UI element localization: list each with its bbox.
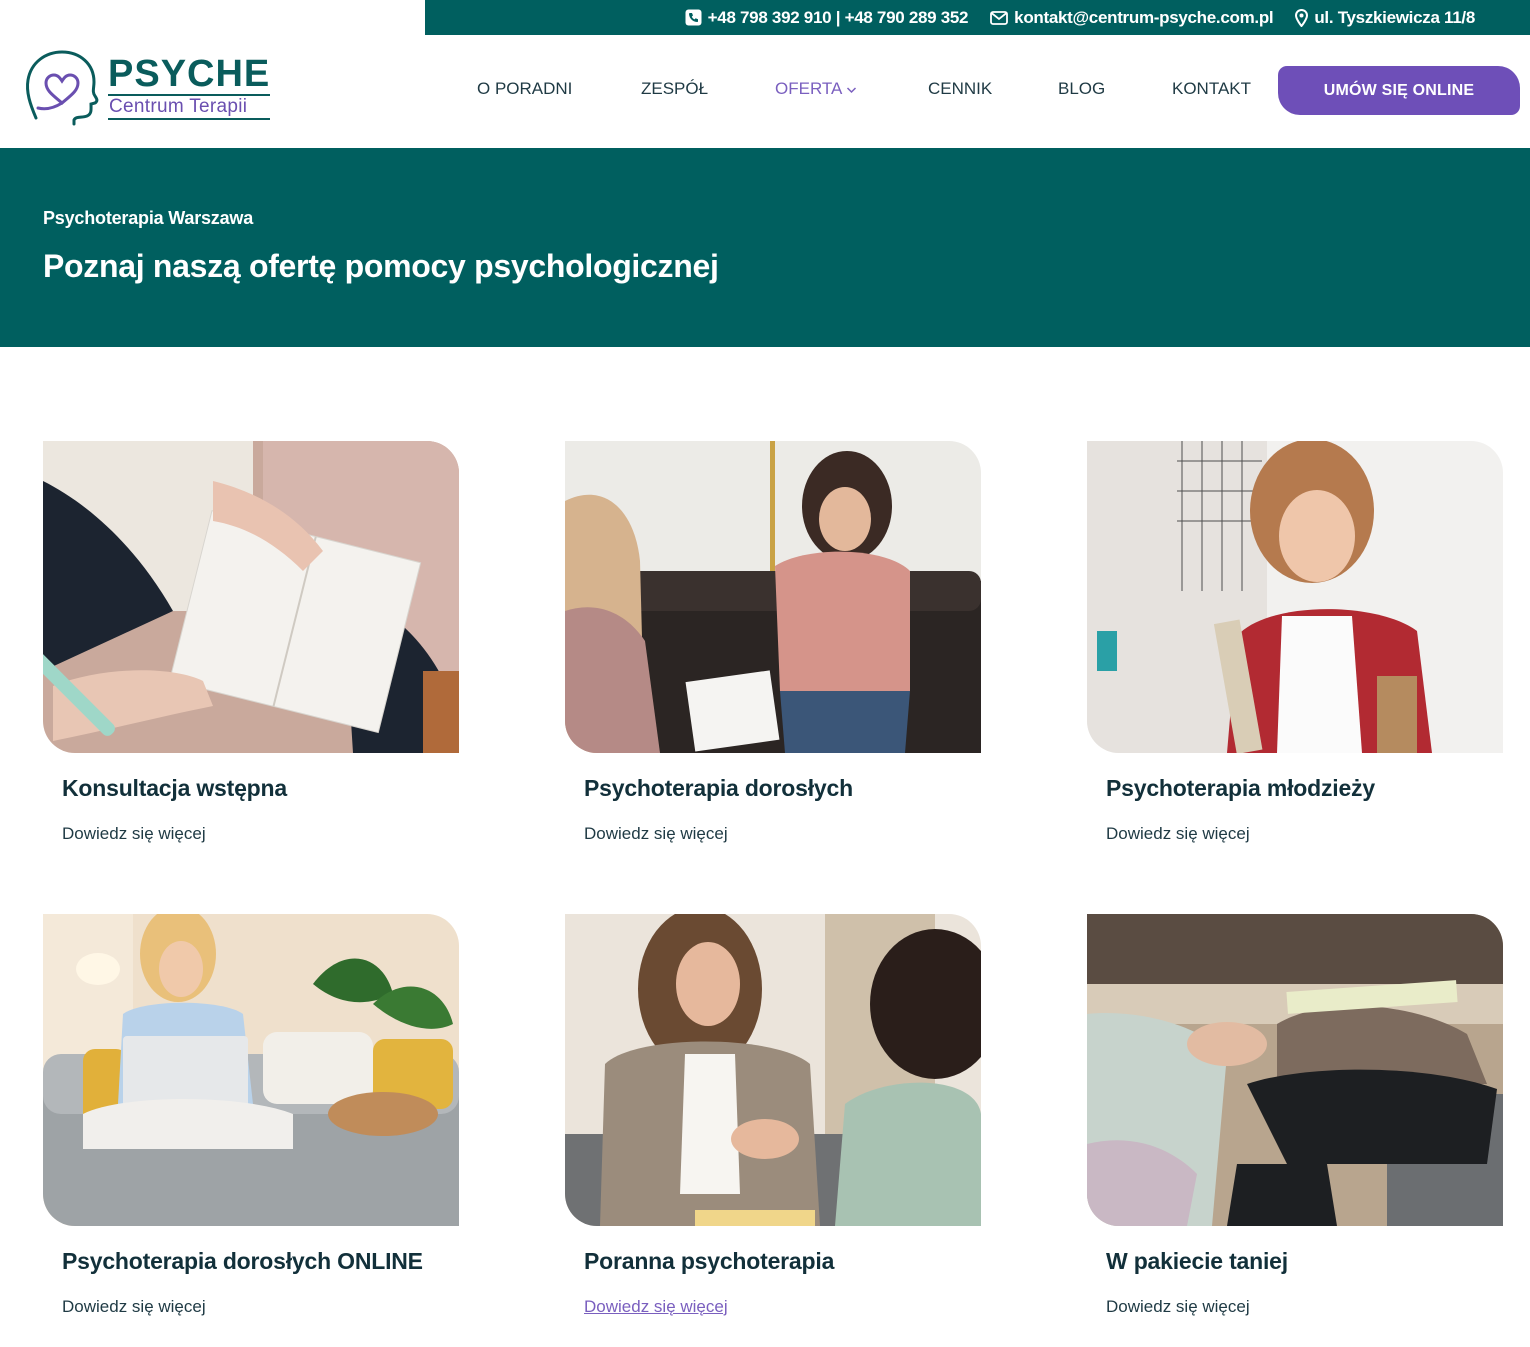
phone-numbers[interactable]: +48 798 392 910 | +48 790 289 352 xyxy=(708,8,969,28)
nav-o-poradni[interactable]: O PORADNI xyxy=(477,79,572,99)
learn-more-link[interactable]: Dowiedz się więcej xyxy=(62,824,206,844)
offer-card-image[interactable] xyxy=(43,914,459,1226)
top-contact-bar: +48 798 392 910 | +48 790 289 352 kontak… xyxy=(425,0,1530,35)
main-nav: O PORADNI ZESPÓŁ OFERTA CENNIK BLOG KONT… xyxy=(0,35,1530,148)
phone-contact[interactable]: +48 798 392 910 | +48 790 289 352 xyxy=(685,8,969,28)
learn-more-link[interactable]: Dowiedz się więcej xyxy=(1106,824,1250,844)
nav-cennik[interactable]: CENNIK xyxy=(928,79,992,99)
location-pin-icon xyxy=(1295,8,1309,27)
offer-card-image[interactable] xyxy=(1087,441,1503,753)
address-text[interactable]: ul. Tyszkiewicza 11/8 xyxy=(1314,8,1475,28)
chevron-down-icon xyxy=(846,79,857,99)
nav-zespol[interactable]: ZESPÓŁ xyxy=(641,79,708,99)
offer-card[interactable]: Konsultacja wstępna Dowiedz się więcej xyxy=(43,441,459,843)
offer-card-title[interactable]: Poranna psychoterapia xyxy=(584,1248,834,1275)
phone-icon xyxy=(685,9,702,26)
hero-title: Poznaj naszą ofertę pomocy psychologiczn… xyxy=(43,248,719,284)
offer-card[interactable]: Psychoterapia dorosłych ONLINE Dowiedz s… xyxy=(43,914,459,1316)
hero-banner: Psychoterapia Warszawa Poznaj naszą ofer… xyxy=(0,148,1530,347)
offer-card-title[interactable]: Psychoterapia młodzieży xyxy=(1106,775,1375,802)
offer-card-title[interactable]: Konsultacja wstępna xyxy=(62,775,287,802)
offer-card[interactable]: W pakiecie taniej Dowiedz się więcej xyxy=(1087,914,1503,1316)
learn-more-link[interactable]: Dowiedz się więcej xyxy=(584,824,728,844)
offer-card-image[interactable] xyxy=(565,441,981,753)
learn-more-link[interactable]: Dowiedz się więcej xyxy=(62,1297,206,1317)
offer-card[interactable]: Psychoterapia dorosłych Dowiedz się więc… xyxy=(565,441,981,843)
learn-more-link[interactable]: Dowiedz się więcej xyxy=(1106,1297,1250,1317)
book-online-button[interactable]: UMÓW SIĘ ONLINE xyxy=(1278,66,1520,115)
offer-card-title[interactable]: Psychoterapia dorosłych xyxy=(584,775,853,802)
offer-card-title[interactable]: Psychoterapia dorosłych ONLINE xyxy=(62,1248,423,1275)
learn-more-link[interactable]: Dowiedz się więcej xyxy=(584,1297,728,1317)
site-header: PSYCHE Centrum Terapii O PORADNI ZESPÓŁ … xyxy=(0,35,1530,148)
nav-blog[interactable]: BLOG xyxy=(1058,79,1105,99)
offer-card-image[interactable] xyxy=(1087,914,1503,1226)
hero-kicker: Psychoterapia Warszawa xyxy=(43,208,254,228)
offer-card-image[interactable] xyxy=(565,914,981,1226)
mail-icon xyxy=(990,10,1009,25)
offer-card-image[interactable] xyxy=(43,441,459,753)
offer-card-title[interactable]: W pakiecie taniej xyxy=(1106,1248,1288,1275)
email-address[interactable]: kontakt@centrum-psyche.com.pl xyxy=(1014,8,1273,28)
address-contact[interactable]: ul. Tyszkiewicza 11/8 xyxy=(1295,8,1475,28)
nav-oferta[interactable]: OFERTA xyxy=(775,79,857,99)
offer-card[interactable]: Psychoterapia młodzieży Dowiedz się więc… xyxy=(1087,441,1503,843)
nav-kontakt[interactable]: KONTAKT xyxy=(1172,79,1251,99)
nav-oferta-label: OFERTA xyxy=(775,79,843,98)
email-contact[interactable]: kontakt@centrum-psyche.com.pl xyxy=(990,8,1274,28)
offer-card[interactable]: Poranna psychoterapia Dowiedz się więcej xyxy=(565,914,981,1316)
